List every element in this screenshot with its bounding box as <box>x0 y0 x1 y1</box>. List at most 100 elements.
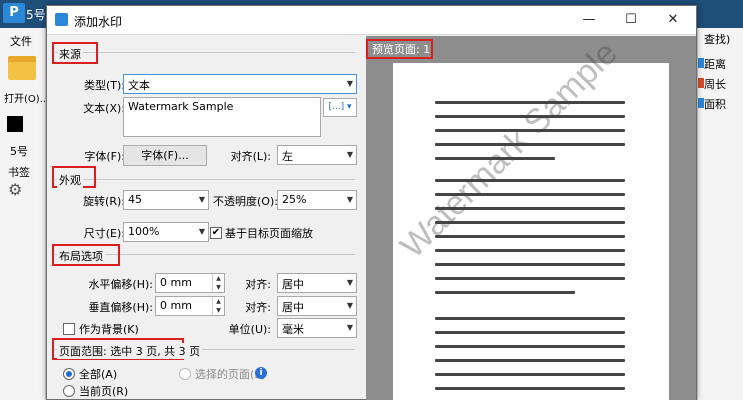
chevron-down-icon: ▼ <box>346 323 353 332</box>
unit-select[interactable]: 毫米 ▼ <box>277 318 357 338</box>
source-divider <box>55 52 355 53</box>
v-offset-label: 垂直偏移(H): <box>88 301 153 314</box>
page-range-section-label: 页面范围: 选中 3 页, 共 3 页 <box>57 343 203 359</box>
settings-panel: 来源 类型(T): 文本 ▼ 文本(X): Watermark Sample [… <box>47 36 365 400</box>
text-label: 文本(X): <box>83 102 125 115</box>
chevron-down-icon: ▼ <box>346 195 353 204</box>
find-tool[interactable]: 查找) <box>704 31 730 47</box>
app-right-toolbar: 查找) 距离 周长 面积 <box>697 28 743 400</box>
bookmark-tab[interactable]: 书签 <box>8 164 30 180</box>
unit-value: 毫米 <box>282 323 304 336</box>
text-line <box>435 249 625 252</box>
dialog-titlebar: 添加水印 — ☐ ✕ <box>47 6 696 35</box>
appearance-section-label: 外观 <box>57 172 83 188</box>
all-pages-label: 全部(A) <box>79 368 118 381</box>
info-icon[interactable]: i <box>255 367 267 379</box>
h-offset-value: 0 mm <box>160 276 192 289</box>
text-line <box>435 263 625 266</box>
unit-label: 单位(U): <box>228 323 271 336</box>
app-title: 5号 <box>26 8 46 22</box>
h-offset-spin-icon[interactable]: ▲ ▼ <box>212 274 224 292</box>
relative-scale-label: 基于目标页面缩放 <box>225 227 313 240</box>
rotation-input[interactable]: 45 ▼ <box>123 190 209 210</box>
h-align-select[interactable]: 居中 ▼ <box>277 273 357 293</box>
size-label: 尺寸(E): <box>83 227 125 240</box>
v-offset-stepper[interactable]: 0 mm ▲ ▼ <box>155 296 225 316</box>
watermark-preview-text: Watermark Sample <box>393 33 625 266</box>
selected-pages-radio[interactable] <box>179 368 191 380</box>
text-line <box>435 331 625 334</box>
text-line <box>435 291 575 294</box>
relative-scale-checkbox[interactable]: ✔ <box>210 227 222 239</box>
current-page-label: 当前页(R) <box>79 385 129 398</box>
preview-highlight <box>366 39 433 59</box>
text-line <box>435 277 625 280</box>
app-logo-icon: P <box>3 3 25 23</box>
app-left-toolbar: 文件 打开(O)... 5号 书签 ⚙ <box>0 28 49 400</box>
h-offset-stepper[interactable]: 0 mm ▲ ▼ <box>155 273 225 293</box>
as-background-label: 作为背景(K) <box>79 323 139 336</box>
preview-page: Watermark Sample <box>393 34 669 400</box>
font-button[interactable]: 字体(F)... <box>123 145 207 166</box>
watermark-text-value: Watermark Sample <box>128 100 234 113</box>
text-line <box>435 359 625 362</box>
opacity-value: 25% <box>282 193 307 206</box>
distance-tool[interactable]: 距离 <box>704 56 726 72</box>
all-pages-radio[interactable] <box>63 368 75 380</box>
perimeter-tool[interactable]: 周长 <box>704 76 726 92</box>
rotation-label: 旋转(R): <box>83 195 125 208</box>
h-align-value: 居中 <box>282 278 304 291</box>
font-size-select[interactable]: 5号 <box>10 143 28 159</box>
chevron-down-icon: ▼ <box>198 195 205 204</box>
type-value: 文本 <box>128 79 150 92</box>
opacity-input[interactable]: 25% ▼ <box>277 190 357 210</box>
area-tool[interactable]: 面积 <box>704 96 726 112</box>
text-line <box>435 387 625 390</box>
text-line <box>435 317 625 320</box>
dialog-title: 添加水印 <box>74 15 123 29</box>
chevron-down-icon: ▼ <box>346 301 353 310</box>
open-button-label[interactable]: 打开(O)... <box>4 90 49 105</box>
align-select[interactable]: 左 ▼ <box>277 145 357 165</box>
v-offset-value: 0 mm <box>160 299 192 312</box>
source-section-label: 来源 <box>57 46 83 62</box>
v-align-select[interactable]: 居中 ▼ <box>277 296 357 316</box>
h-align-label: 对齐: <box>245 278 271 291</box>
open-folder-icon[interactable] <box>8 56 36 80</box>
text-color-swatch[interactable] <box>7 116 23 132</box>
add-watermark-dialog: 添加水印 — ☐ ✕ 来源 类型(T): 文本 ▼ 文本(X): Waterma… <box>46 5 697 400</box>
size-input[interactable]: 100% ▼ <box>123 222 209 242</box>
current-page-radio[interactable] <box>63 385 75 397</box>
size-value: 100% <box>128 225 160 238</box>
type-select[interactable]: 文本 ▼ <box>123 74 357 94</box>
chevron-down-icon: ▼ <box>346 278 353 287</box>
text-line <box>435 235 625 238</box>
chevron-down-icon: ▼ <box>198 227 205 236</box>
rotation-value: 45 <box>128 193 142 206</box>
insert-macro-button[interactable]: [...] ▾ <box>323 98 357 117</box>
chevron-down-icon: ▼ <box>346 150 353 159</box>
v-align-value: 居中 <box>282 301 304 314</box>
gear-icon[interactable]: ⚙ <box>8 180 22 199</box>
align-value: 左 <box>282 150 293 163</box>
preview-panel: 预览页面: 1 Watermark Sample <box>366 34 696 400</box>
h-offset-label: 水平偏移(H): <box>88 278 153 291</box>
opacity-label: 不透明度(O): <box>213 195 278 208</box>
file-menu[interactable]: 文件 <box>10 33 32 49</box>
appearance-divider <box>55 179 355 180</box>
dialog-app-icon <box>55 13 68 26</box>
font-label: 字体(F): <box>84 150 125 163</box>
v-offset-spin-icon[interactable]: ▲ ▼ <box>212 297 224 315</box>
chevron-down-icon: ▼ <box>346 79 353 88</box>
maximize-button[interactable]: ☐ <box>616 9 646 31</box>
v-align-label: 对齐: <box>245 301 271 314</box>
align-label: 对齐(L): <box>230 150 271 163</box>
close-button[interactable]: ✕ <box>658 9 688 31</box>
minimize-button[interactable]: — <box>574 9 604 31</box>
type-label: 类型(T): <box>83 79 125 92</box>
text-line <box>435 373 625 376</box>
layout-section-label: 布局选项 <box>57 248 105 264</box>
text-line <box>435 345 625 348</box>
watermark-text-input[interactable]: Watermark Sample <box>123 97 321 137</box>
as-background-checkbox[interactable] <box>63 323 75 335</box>
